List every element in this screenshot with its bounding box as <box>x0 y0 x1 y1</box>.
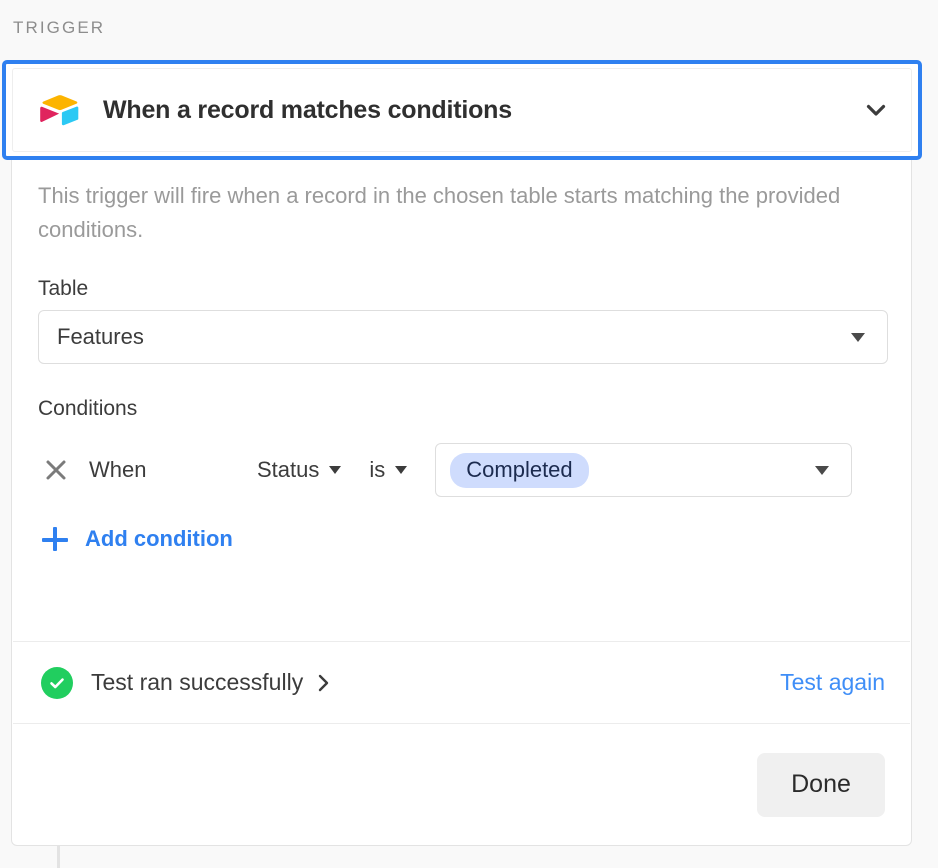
conditions-label: Conditions <box>38 397 138 420</box>
card-footer: Done <box>12 724 911 845</box>
trigger-card: This trigger will fire when a record in … <box>11 62 912 846</box>
test-status-text[interactable]: Test ran successfully <box>91 669 303 696</box>
caret-down-icon <box>329 466 342 474</box>
condition-operator-select[interactable]: is <box>369 457 408 483</box>
condition-field-select[interactable]: Status <box>257 457 342 483</box>
condition-operator-value: is <box>369 457 386 482</box>
trigger-card-body: This trigger will fire when a record in … <box>12 161 911 553</box>
caret-down-icon <box>851 332 865 342</box>
check-circle-icon <box>41 666 73 699</box>
plus-icon <box>41 525 69 553</box>
chevron-down-icon[interactable] <box>863 97 889 123</box>
section-label-trigger: TRIGGER <box>13 18 106 37</box>
test-result-row: Test ran successfully Test again <box>12 642 911 723</box>
condition-row: When Status is Completed <box>38 443 885 497</box>
table-field-label: Table <box>38 277 89 300</box>
trigger-header-focus-ring: When a record matches conditions <box>2 60 922 160</box>
condition-field-value: Status <box>257 457 320 482</box>
done-button[interactable]: Done <box>757 752 885 817</box>
trigger-description: This trigger will fire when a record in … <box>38 183 841 242</box>
caret-down-icon <box>395 466 408 474</box>
table-select[interactable]: Features <box>38 310 888 364</box>
condition-value-pill: Completed <box>450 452 589 488</box>
chevron-right-icon[interactable] <box>316 672 332 694</box>
test-again-link[interactable]: Test again <box>780 669 885 696</box>
close-icon[interactable] <box>41 455 71 485</box>
condition-prefix-label: When <box>89 457 147 482</box>
condition-value-select[interactable]: Completed <box>435 443 853 497</box>
trigger-header[interactable]: When a record matches conditions <box>12 68 912 152</box>
airtable-logo-icon <box>39 93 81 127</box>
flow-connector-line <box>57 846 60 868</box>
automation-trigger-panel: TRIGGER This trigger will fire when a re… <box>0 0 938 868</box>
table-select-value: Features <box>57 324 144 349</box>
add-condition-button[interactable]: Add condition <box>41 525 281 553</box>
trigger-title: When a record matches conditions <box>103 95 512 124</box>
caret-down-icon <box>815 465 830 475</box>
add-condition-label: Add condition <box>85 526 233 551</box>
